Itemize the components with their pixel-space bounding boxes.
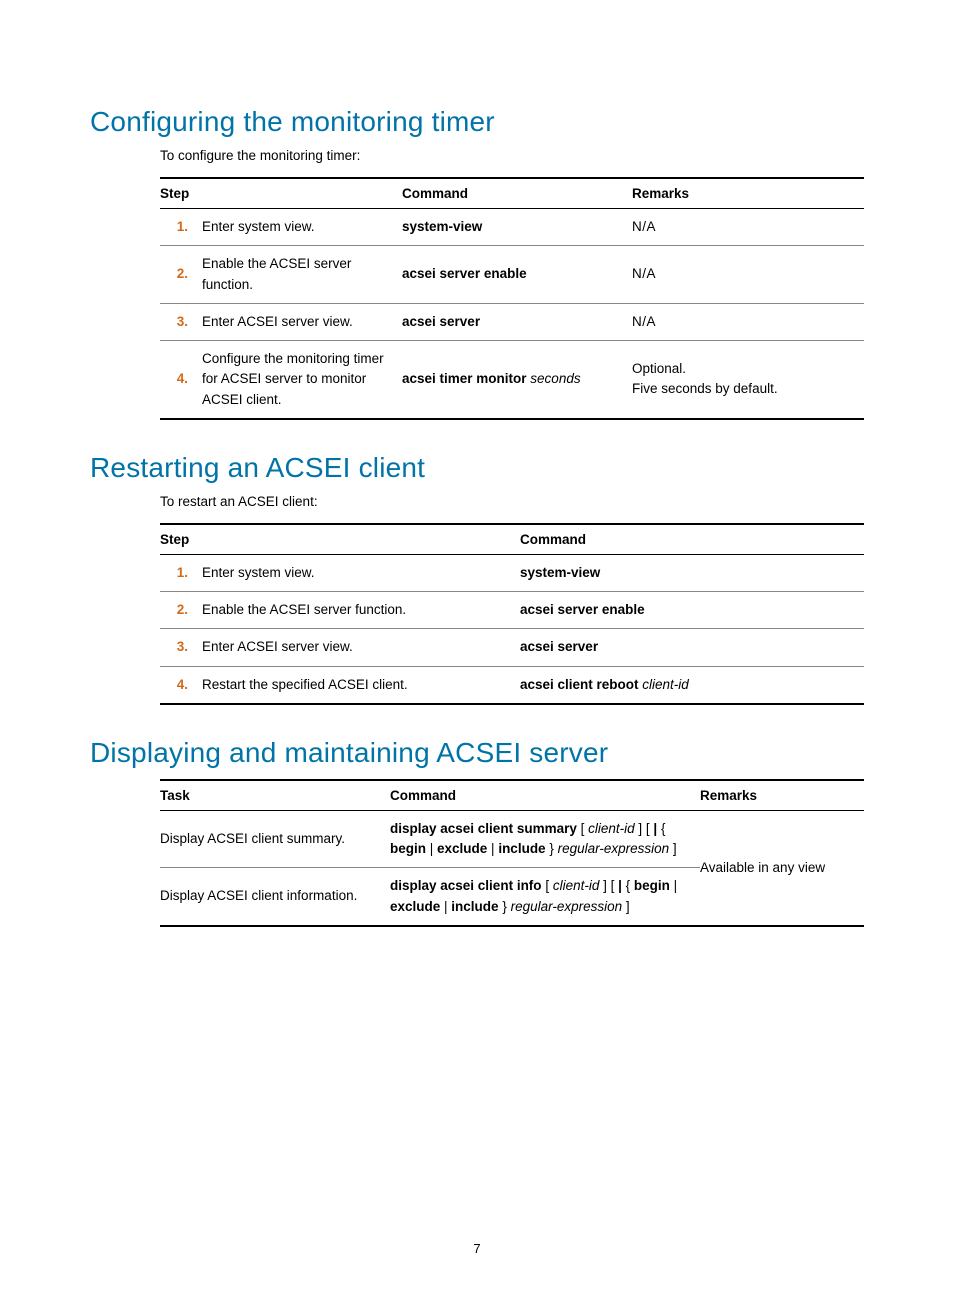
col-remarks: Remarks: [700, 780, 864, 811]
task-cell: Display ACSEI client information.: [160, 868, 390, 926]
command-cell: display acsei client info [ client-id ] …: [390, 868, 700, 926]
command-cell: acsei server: [520, 629, 864, 666]
table-row: Display ACSEI client summary.display acs…: [160, 810, 864, 868]
step-description: Enable the ACSEI server function.: [202, 592, 520, 629]
col-task: Task: [160, 780, 390, 811]
table-row: 4.Configure the monitoring timer for ACS…: [160, 341, 864, 419]
step-description: Enter system view.: [202, 209, 402, 246]
remarks-cell: N/A: [632, 303, 864, 340]
remarks-cell: Available in any view: [700, 810, 864, 926]
table-row: 2.Enable the ACSEI server function.acsei…: [160, 246, 864, 304]
page-number: 7: [0, 1241, 954, 1256]
col-command: Command: [520, 524, 864, 555]
command-cell: display acsei client summary [ client-id…: [390, 810, 700, 868]
remarks-cell: N/A: [632, 209, 864, 246]
step-description: Enter system view.: [202, 554, 520, 591]
step-number: 4.: [160, 666, 202, 704]
section-heading-display-maintain: Displaying and maintaining ACSEI server: [90, 737, 864, 769]
command-cell: acsei server enable: [402, 246, 632, 304]
col-remarks: Remarks: [632, 178, 864, 209]
step-number: 2.: [160, 246, 202, 304]
step-description: Configure the monitoring timer for ACSEI…: [202, 341, 402, 419]
col-command: Command: [390, 780, 700, 811]
step-description: Enter ACSEI server view.: [202, 629, 520, 666]
step-description: Enter ACSEI server view.: [202, 303, 402, 340]
table-row: 3.Enter ACSEI server view.acsei serverN/…: [160, 303, 864, 340]
step-number: 4.: [160, 341, 202, 419]
command-cell: acsei server: [402, 303, 632, 340]
remarks-cell: N/A: [632, 246, 864, 304]
col-command: Command: [402, 178, 632, 209]
step-number: 1.: [160, 554, 202, 591]
command-cell: acsei server enable: [520, 592, 864, 629]
remarks-cell: Optional.Five seconds by default.: [632, 341, 864, 419]
table-row: 1.Enter system view.system-viewN/A: [160, 209, 864, 246]
section-heading-restart-client: Restarting an ACSEI client: [90, 452, 864, 484]
step-description: Enable the ACSEI server function.: [202, 246, 402, 304]
step-number: 3.: [160, 629, 202, 666]
col-step: Step: [160, 178, 402, 209]
page-content: Configuring the monitoring timer To conf…: [0, 0, 954, 927]
table-display-maintain: Task Command Remarks Display ACSEI clien…: [160, 779, 864, 927]
table-monitoring-timer: Step Command Remarks 1.Enter system view…: [160, 177, 864, 420]
command-cell: acsei timer monitor seconds: [402, 341, 632, 419]
step-number: 2.: [160, 592, 202, 629]
section-heading-monitoring-timer: Configuring the monitoring timer: [90, 106, 864, 138]
table-row: 1.Enter system view.system-view: [160, 554, 864, 591]
table-row: 4.Restart the specified ACSEI client.acs…: [160, 666, 864, 704]
step-number: 1.: [160, 209, 202, 246]
step-number: 3.: [160, 303, 202, 340]
col-step: Step: [160, 524, 520, 555]
step-description: Restart the specified ACSEI client.: [202, 666, 520, 704]
table-row: 2.Enable the ACSEI server function.acsei…: [160, 592, 864, 629]
table-restart-client: Step Command 1.Enter system view.system-…: [160, 523, 864, 705]
command-cell: acsei client reboot client-id: [520, 666, 864, 704]
intro-text: To restart an ACSEI client:: [160, 494, 864, 509]
table-row: 3.Enter ACSEI server view.acsei server: [160, 629, 864, 666]
task-cell: Display ACSEI client summary.: [160, 810, 390, 868]
intro-text: To configure the monitoring timer:: [160, 148, 864, 163]
command-cell: system-view: [402, 209, 632, 246]
command-cell: system-view: [520, 554, 864, 591]
